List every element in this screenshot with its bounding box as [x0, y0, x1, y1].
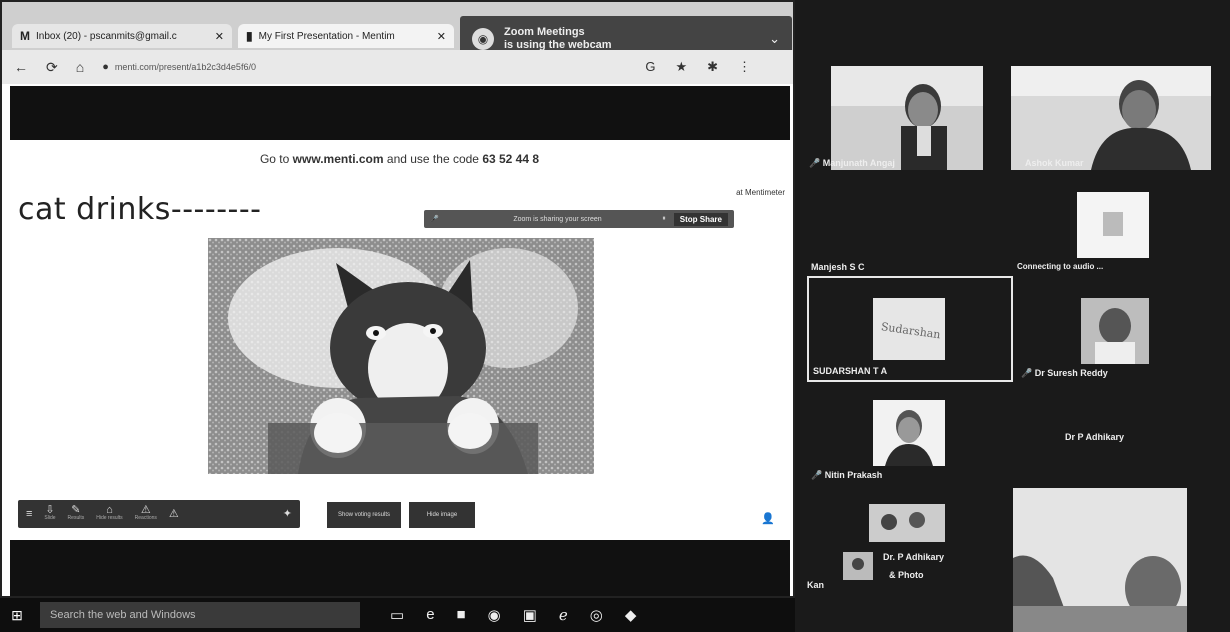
participant-name: Dr P Adhikary	[1065, 432, 1125, 442]
participant-name: Connecting to audio ...	[1017, 262, 1104, 271]
mentimeter-brand: at Mentimeter	[736, 188, 785, 197]
participant-avatar[interactable]: Sudarshan	[873, 298, 945, 360]
participant-name: Manjesh S C	[811, 262, 865, 272]
icon-glyph: ⚠	[168, 508, 179, 520]
zoom-icon[interactable]: ▣	[523, 606, 537, 624]
warning-icon[interactable]: ⚠	[168, 508, 179, 520]
warning-icon[interactable]: ⚠ Reactions	[134, 504, 157, 522]
name-text: Manjunath Angaj	[822, 158, 895, 168]
participant-name: 🎤 Nitin Prakash	[811, 470, 882, 481]
letterbox-bar-bottom	[10, 540, 790, 596]
presenter-toolbar: ≡ ⇩ Slide ✎ Results ⌂ Hide results ⚠ Reactio…	[18, 500, 300, 528]
icon-glyph: ⇩	[45, 504, 55, 516]
participant-name: 🎤 Manjunath Angaj	[809, 158, 895, 169]
mic-icon: 🎤	[1021, 368, 1033, 378]
participant-name: Ashok Kumar	[1025, 158, 1084, 168]
star-icon[interactable]: ✦	[283, 509, 292, 520]
menti-site: www.menti.com	[292, 152, 384, 166]
participant-video[interactable]	[1081, 298, 1149, 364]
participant-photo[interactable]	[873, 400, 945, 466]
webcam-icon: ◉	[472, 28, 494, 50]
internet-explorer-icon[interactable]: ℯ	[559, 606, 568, 624]
chevron-down-icon[interactable]: ⌄	[769, 31, 780, 47]
participant-avatar[interactable]	[1077, 192, 1149, 258]
participant-name: 🎤 Dr Suresh Reddy	[1021, 368, 1108, 379]
participant-name: Kan	[807, 580, 825, 590]
participant-name: Dr. P Adhikary	[883, 552, 945, 562]
participant-video[interactable]	[1011, 66, 1211, 170]
icon-glyph: ✎	[71, 504, 81, 516]
mentimeter-icon: ▮	[246, 29, 253, 43]
mic-icon: 🎤	[811, 470, 823, 480]
participant-photo[interactable]	[843, 552, 873, 580]
icon-glyph: ≡	[26, 508, 33, 520]
task-view-icon[interactable]: ▭	[390, 606, 404, 624]
icon-label: Hide results	[96, 515, 123, 521]
tab-title: My First Presentation - Mentim	[258, 30, 395, 42]
icon-glyph: ⚠	[140, 504, 151, 516]
hide-image-button[interactable]: Hide image	[409, 502, 475, 528]
participant-name: & Photo	[889, 570, 924, 580]
cat-image	[208, 238, 594, 474]
back-arrow-icon[interactable]: ←	[14, 59, 28, 75]
self-view-video[interactable]	[1013, 488, 1187, 632]
results-icon[interactable]: ⌂ Hide results	[96, 504, 123, 522]
home-icon[interactable]: ⌂	[76, 59, 84, 75]
download-icon[interactable]: ⇩ Slide	[44, 504, 56, 522]
reload-icon[interactable]: ⟳	[46, 59, 58, 76]
show-voting-results-button[interactable]: Show voting results	[327, 502, 401, 528]
extension-icon[interactable]: ✱	[707, 59, 718, 75]
chrome-icon[interactable]: ◉	[488, 606, 501, 624]
name-text: Dr Suresh Reddy	[1034, 368, 1108, 378]
letterbox-bar-top	[10, 86, 790, 140]
menu-icon[interactable]: ≡	[26, 508, 33, 520]
instruction-text: and use the code	[383, 152, 483, 166]
address-bar: ← ⟳ ⌂ ● menti.com/present/a1b2c3d4e5f6/0…	[2, 50, 793, 84]
icon-label: Slide	[44, 515, 56, 521]
voting-code: 63 52 44 8	[482, 152, 540, 166]
name-text: Nitin Prakash	[824, 470, 883, 480]
microphone-icon[interactable]: 🎤	[430, 215, 439, 223]
windows-taskbar: ⊞ Search the web and Windows ▭ e ■ ◉ ▣ ℯ…	[0, 598, 795, 632]
tab-mentimeter-presentation[interactable]: ▮ My First Presentation - Mentim ✕	[238, 24, 454, 48]
icon-label: Reactions	[134, 515, 157, 521]
translate-icon[interactable]: G	[645, 59, 655, 75]
share-status: Zoom is sharing your screen	[513, 215, 602, 223]
participant-photo[interactable]	[869, 504, 945, 542]
notice-title: Zoom Meetings	[504, 26, 585, 38]
windows-start-icon[interactable]: ⊞	[0, 598, 34, 632]
zoom-share-bar: 🎤 Zoom is sharing your screen ⏸ Stop Sha…	[424, 210, 734, 228]
app-icon[interactable]: ◎	[590, 606, 603, 624]
app-icon[interactable]: ◆	[625, 606, 637, 624]
instruction-text: Go to	[259, 152, 293, 166]
edge-icon[interactable]: e	[426, 606, 434, 624]
close-tab-icon[interactable]: ✕	[431, 30, 446, 43]
tab-title: Inbox (20) - pscanmits@gmail.c	[36, 30, 177, 42]
menu-icon[interactable]: ⋮	[738, 59, 751, 75]
edit-icon[interactable]: ✎ Results	[67, 504, 85, 522]
star-icon[interactable]: ★	[675, 59, 687, 75]
lock-icon: ●	[102, 61, 109, 73]
join-instruction: Go to www.menti.com and use the code 63 …	[2, 152, 793, 166]
file-explorer-icon[interactable]: ■	[457, 606, 466, 624]
tab-gmail-inbox[interactable]: M Inbox (20) - pscanmits@gmail.c ✕	[12, 24, 232, 48]
pause-icon[interactable]: ⏸	[662, 215, 666, 223]
taskbar-search-input[interactable]: Search the web and Windows	[40, 602, 360, 628]
gmail-icon: M	[20, 29, 30, 43]
browser-window: M Inbox (20) - pscanmits@gmail.c ✕ ▮ My …	[0, 0, 795, 598]
person-icon: 👤	[761, 513, 775, 525]
presentation-slide: Go to www.menti.com and use the code 63 …	[2, 142, 793, 537]
icon-glyph: ⌂	[106, 504, 113, 516]
url-field[interactable]: menti.com/present/a1b2c3d4e5f6/0	[115, 62, 415, 72]
stop-share-button[interactable]: Stop Share	[673, 212, 728, 226]
participant-video[interactable]	[831, 66, 983, 170]
icon-label: Results	[67, 515, 85, 521]
participant-name: SUDARSHAN T A	[813, 366, 888, 376]
slide-title: cat drinks--------	[18, 192, 262, 227]
close-tab-icon[interactable]: ✕	[209, 30, 224, 43]
mic-icon: 🎤	[809, 158, 821, 168]
zoom-gallery-view: 🎤 Manjunath Angaj Ashok Kumar Manjesh S …	[795, 0, 1230, 632]
